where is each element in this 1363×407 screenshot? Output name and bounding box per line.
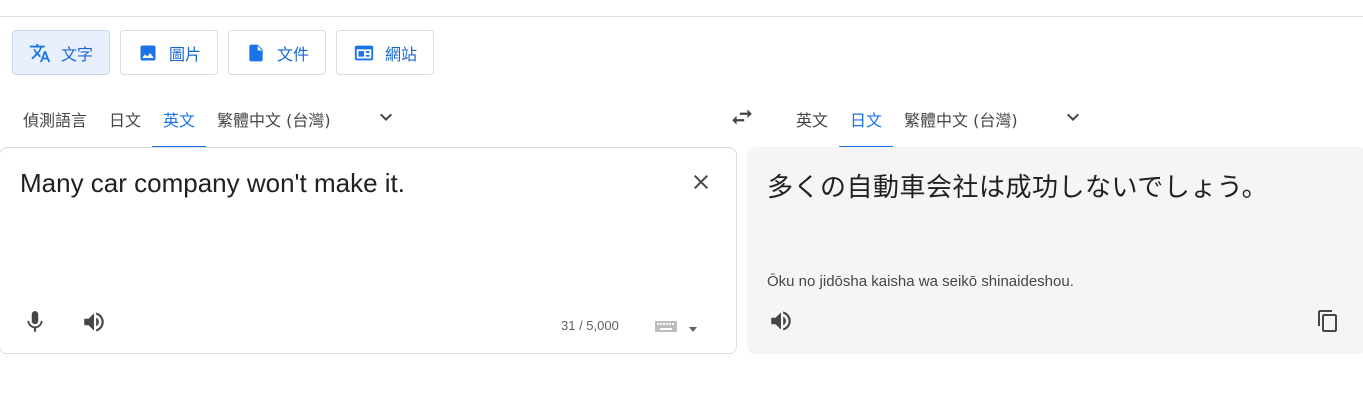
source-lang-chinese-tw[interactable]: 繁體中文 (台灣) [206,90,342,148]
mode-document-button[interactable]: 文件 [228,30,327,75]
swap-languages-button[interactable] [722,99,762,139]
mode-text-label: 文字 [61,44,94,64]
character-count: 31 / 5,000 [561,318,619,333]
chevron-down-icon [1061,105,1085,133]
target-lang-english[interactable]: 英文 [785,90,839,148]
input-tools-button[interactable] [654,318,698,338]
translate-page: 文字 圖片 文件 網站 偵測語言 日文 英文 繁體中文 (台灣) 英文 日文 繁… [0,0,1363,407]
translation-romanization: Ōku no jidōsha kaisha wa seikō shinaides… [767,273,1074,290]
source-language-bar: 偵測語言 日文 英文 繁體中文 (台灣) [12,90,408,148]
target-lang-japanese[interactable]: 日文 [839,90,894,148]
mode-document-label: 文件 [277,44,310,64]
clear-source-button[interactable] [685,168,717,200]
swap-icon [729,104,755,134]
document-icon [245,42,267,64]
keyboard-icon [654,318,678,338]
mode-image-label: 圖片 [169,44,202,64]
copy-icon [1316,309,1340,337]
translation-output-panel: 多くの自動車会社は成功しないでしょう。 Ōku no jidōsha kaish… [747,147,1363,354]
source-lang-more-button[interactable] [364,90,408,148]
voice-input-button[interactable] [17,306,53,342]
mode-text-button[interactable]: 文字 [12,30,111,75]
target-language-bar: 英文 日文 繁體中文 (台灣) [785,90,1095,148]
speaker-icon [81,309,107,339]
mode-website-button[interactable]: 網站 [336,30,435,75]
listen-translation-button[interactable] [763,305,799,341]
mode-bar: 文字 圖片 文件 網站 [12,30,435,75]
chevron-down-icon [374,105,398,133]
caret-down-icon [688,319,698,338]
target-lang-more-button[interactable] [1051,90,1095,148]
source-lang-english[interactable]: 英文 [152,90,207,148]
close-icon [689,170,713,198]
translate-icon [29,42,51,64]
microphone-icon [22,309,48,339]
mode-website-label: 網站 [385,44,418,64]
top-divider [0,16,1363,17]
listen-source-button[interactable] [76,306,112,342]
mode-image-button[interactable]: 圖片 [120,30,219,75]
target-lang-chinese-tw[interactable]: 繁體中文 (台灣) [893,90,1029,148]
copy-translation-button[interactable] [1310,305,1346,341]
image-icon [137,42,159,64]
speaker-icon [768,308,794,338]
source-text-input[interactable]: Many car company won't make it. [20,168,405,199]
translation-text: 多くの自動車会社は成功しないでしょう。 [767,173,1269,203]
website-icon [353,42,375,64]
source-text-panel: Many car company won't make it. 31 / 5,0… [0,147,737,354]
source-lang-detect[interactable]: 偵測語言 [12,90,98,148]
source-lang-japanese[interactable]: 日文 [98,90,152,148]
